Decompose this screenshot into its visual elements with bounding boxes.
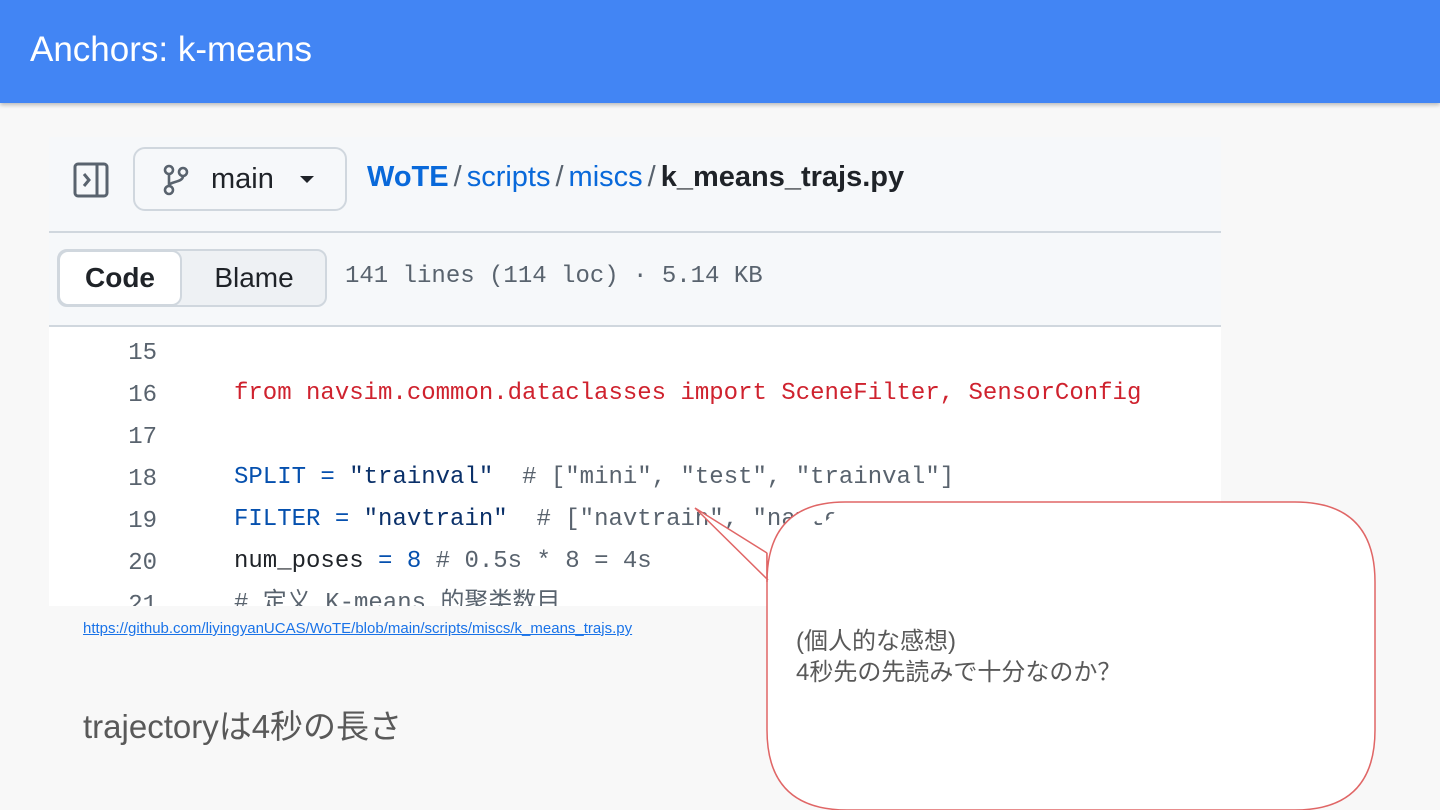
caret-down-icon [300,176,314,183]
callout-text: (個人的な感想) 4秒先の先読みで十分なのか？ [796,628,1122,686]
breadcrumb-file-name: k_means_trajs.py [660,161,905,193]
panel-toggle-icon[interactable] [73,162,109,198]
breadcrumb-separator: / [555,161,564,193]
line-number: 21 [128,592,157,606]
breadcrumb-scripts-link[interactable]: scripts [467,161,551,193]
slide-title-bar: Anchors: k-means [0,0,1440,103]
breadcrumb-miscs-link[interactable]: miscs [569,161,643,193]
github-screenshot: main WoTE / scripts / miscs / k_means_trajs.py… [49,137,1221,606]
source-link[interactable]: https://github.com/liyingyanUCAS/WoTE/bl… [83,620,632,637]
breadcrumb: WoTE / scripts / miscs / k_means_trajs.py [367,161,904,194]
git-branch-icon [163,164,189,196]
code-line: 20 # 定义 K-means 的聚类数目 [49,504,1221,606]
branch-selector-button[interactable]: main [133,147,347,211]
body-text: trajectoryは4秒の長さ [83,708,403,745]
code-line: 16 [49,336,1221,409]
code-line: 21 K = 256 [49,546,1221,606]
code-line: 17 SPLIT = "trainval" # ["mini", "test",… [49,378,1221,491]
code-line: 18 FILTER = "navtrain" # ["navtrain", "n… [49,420,1221,533]
slide-title: Anchors: k-means [30,30,313,69]
code-line: 15 from navsim.common.dataclasses import… [49,294,1221,407]
breadcrumb-repo-link[interactable]: WoTE [367,161,449,193]
branch-name: main [211,163,274,195]
breadcrumb-separator: / [453,161,462,193]
code-comment: # 定义 K-means 的聚类数目 [234,590,561,606]
file-header: main WoTE / scripts / miscs / k_means_trajs.py [49,137,1221,233]
file-meta: 141 lines (114 loc) · 5.14 KB [345,263,763,290]
code-view: 15 from navsim.common.dataclasses import… [49,307,1221,606]
breadcrumb-separator: / [647,161,656,193]
code-line: 19 num_poses = 8 # 0.5s * 8 = 4s [49,462,1221,575]
